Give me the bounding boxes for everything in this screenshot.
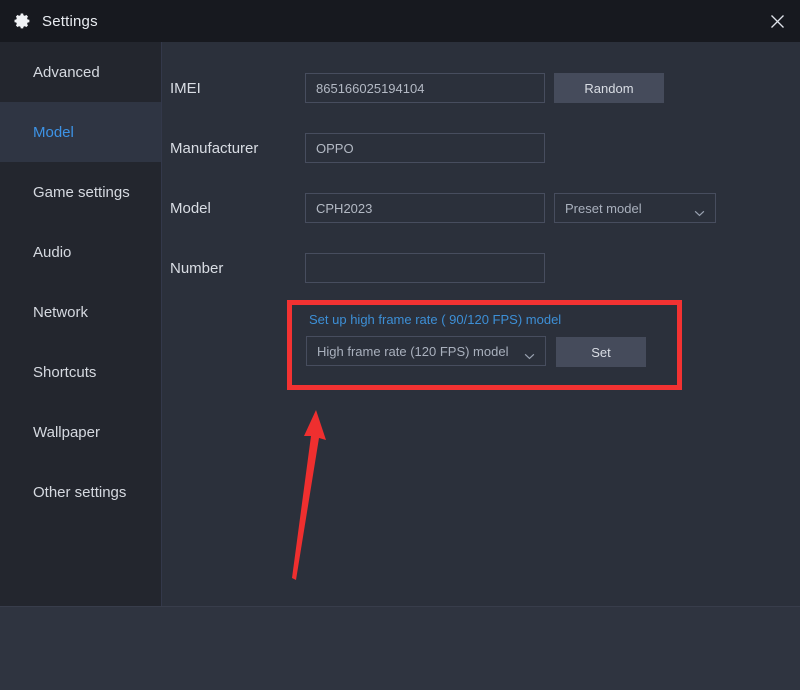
manufacturer-row: Manufacturer [162, 130, 800, 166]
model-label: Model [170, 200, 302, 217]
model-row: Model Preset model [162, 190, 800, 226]
fps-model-dropdown[interactable]: High frame rate (120 FPS) model [306, 336, 546, 366]
window-title: Settings [42, 13, 98, 30]
sidebar-item-other-settings[interactable]: Other settings [0, 462, 161, 522]
sidebar-item-label: Advanced [33, 64, 100, 81]
imei-row: IMEI Random [162, 70, 800, 106]
random-imei-button[interactable]: Random [554, 73, 664, 103]
fps-section-label: Set up high frame rate ( 90/120 FPS) mod… [309, 312, 561, 327]
sidebar-item-game-settings[interactable]: Game settings [0, 162, 161, 222]
title-bar: Settings [0, 0, 800, 42]
sidebar-item-audio[interactable]: Audio [0, 222, 161, 282]
gear-icon [14, 12, 32, 30]
imei-input[interactable] [305, 73, 545, 103]
fps-model-value: High frame rate (120 FPS) model [317, 344, 508, 359]
chevron-down-icon [694, 205, 705, 220]
dialog-footer: Save Cancel [0, 606, 800, 690]
sidebar-item-advanced[interactable]: Advanced [0, 42, 161, 102]
sidebar-item-network[interactable]: Network [0, 282, 161, 342]
preset-model-dropdown[interactable]: Preset model [554, 193, 716, 223]
fps-set-button[interactable]: Set [556, 337, 646, 367]
sidebar-item-label: Shortcuts [33, 364, 96, 381]
sidebar-item-label: Model [33, 124, 74, 141]
sidebar-item-wallpaper[interactable]: Wallpaper [0, 402, 161, 462]
sidebar-item-label: Wallpaper [33, 424, 100, 441]
sidebar-item-model[interactable]: Model [0, 102, 161, 162]
model-input[interactable] [305, 193, 545, 223]
sidebar-item-label: Other settings [33, 484, 126, 501]
manufacturer-label: Manufacturer [170, 140, 302, 157]
sidebar-item-label: Network [33, 304, 88, 321]
close-icon[interactable] [754, 0, 800, 42]
settings-window: Settings Advanced Model Game settings Au… [0, 0, 800, 690]
number-input[interactable] [305, 253, 545, 283]
number-label: Number [170, 260, 302, 277]
manufacturer-input[interactable] [305, 133, 545, 163]
imei-label: IMEI [170, 80, 302, 97]
sidebar-nav: Advanced Model Game settings Audio Netwo… [0, 42, 162, 606]
number-row: Number [162, 250, 800, 286]
sidebar-item-label: Game settings [33, 184, 130, 201]
preset-model-value: Preset model [565, 201, 642, 216]
sidebar-item-label: Audio [33, 244, 71, 261]
chevron-down-icon [524, 348, 535, 363]
sidebar-item-shortcuts[interactable]: Shortcuts [0, 342, 161, 402]
